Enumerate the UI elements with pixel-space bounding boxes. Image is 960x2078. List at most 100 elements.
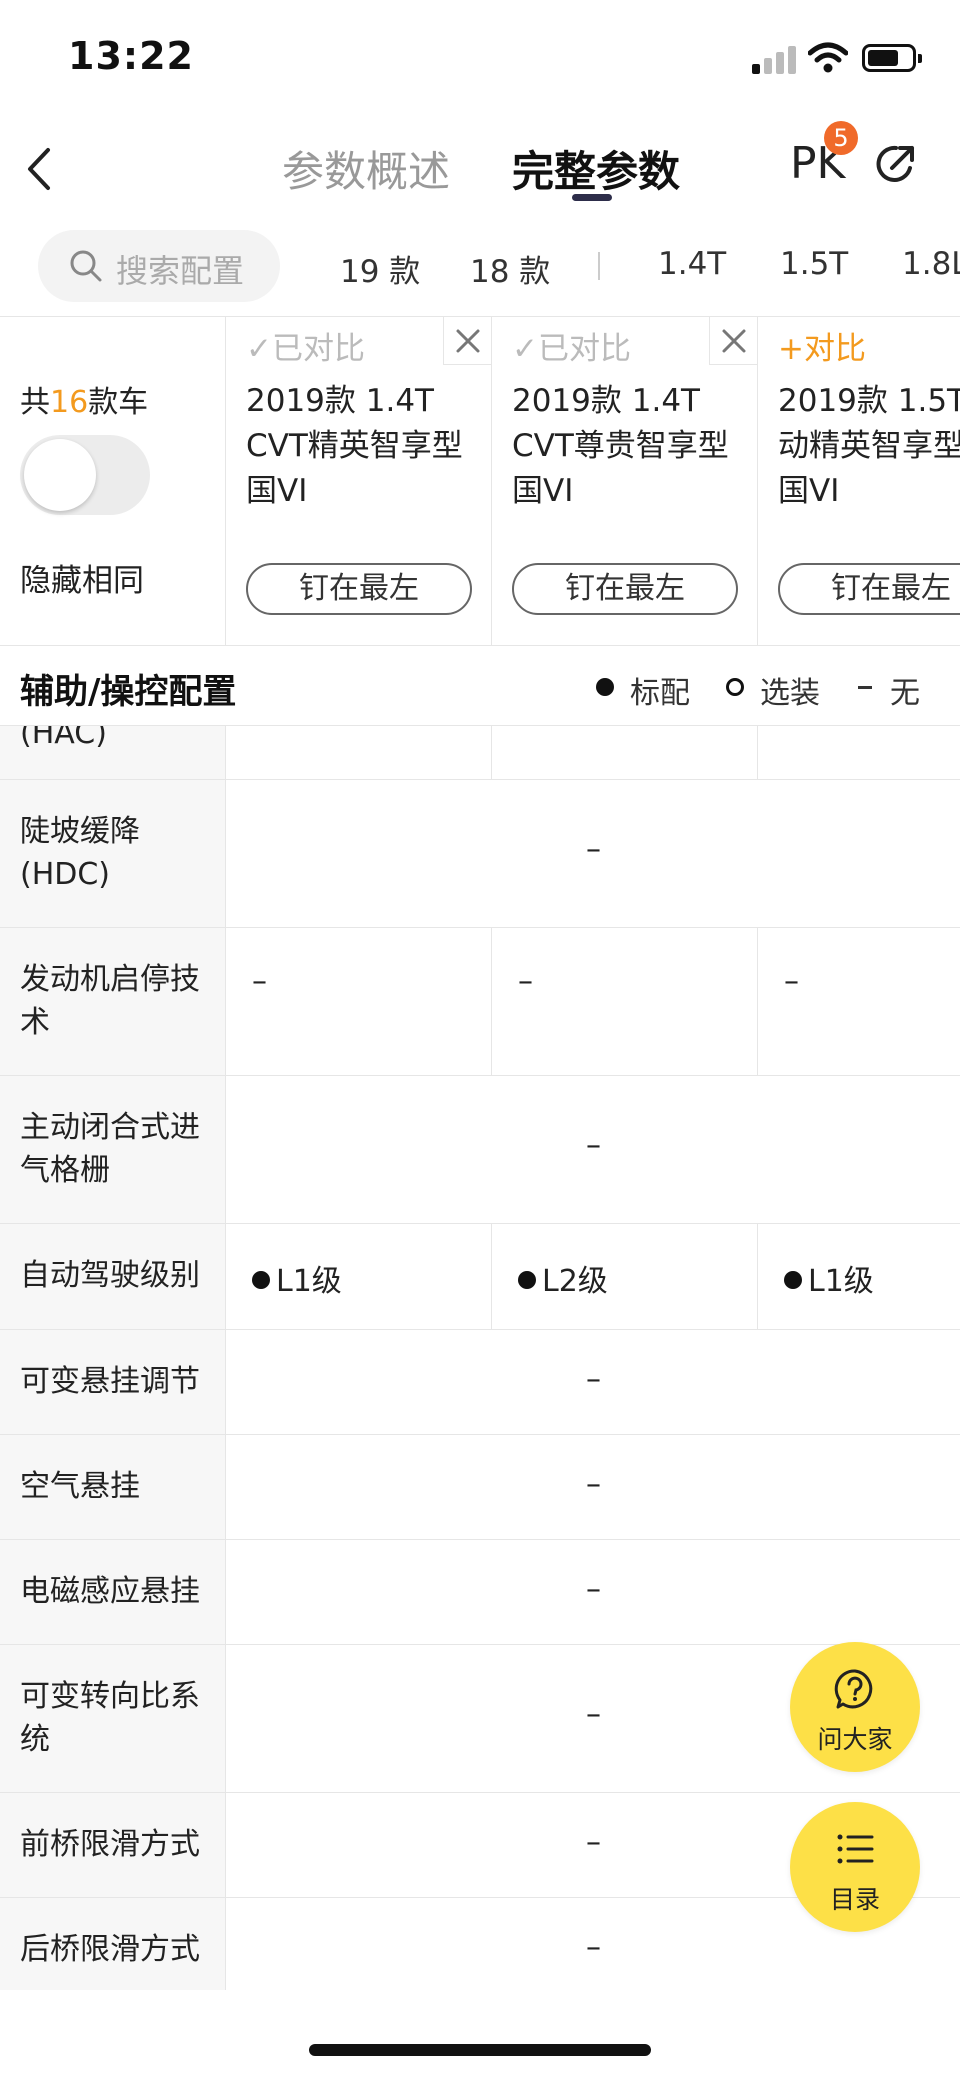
row-label: 后桥限滑方式 xyxy=(0,1898,226,1990)
count-suffix: 款车 xyxy=(88,385,149,420)
table-cell: L1级 xyxy=(758,1224,960,1329)
row-label: (HAC) xyxy=(0,726,226,779)
hide-same-label: 隐藏相同 xyxy=(20,563,144,599)
row-label-text: 前桥限滑方式 xyxy=(20,1827,200,1862)
remove-car-button[interactable] xyxy=(709,317,757,365)
standard-dot-icon xyxy=(518,1271,536,1289)
share-icon[interactable] xyxy=(874,142,918,186)
standard-dot-icon xyxy=(252,1271,270,1289)
car-name: 2019款 1.4T CVT精英智享型 国VI xyxy=(246,383,463,509)
table-cell: L1级 xyxy=(226,1224,492,1329)
tab-overview[interactable]: 参数概述 xyxy=(282,138,450,199)
table-row: 空气悬挂 – xyxy=(0,1435,960,1540)
pin-left-button[interactable]: 钉在最左 xyxy=(512,563,738,615)
row-label-text: 发动机启停技术 xyxy=(20,962,200,1040)
merged-value: – xyxy=(586,1930,601,1965)
compared-status[interactable]: ✓已对比 xyxy=(512,323,631,368)
filter-chip-18[interactable]: 18 款 xyxy=(470,246,550,291)
add-compare-button[interactable]: +对比 xyxy=(778,323,866,368)
chip-divider xyxy=(598,252,600,280)
table-row: 可变悬挂调节 – xyxy=(0,1330,960,1435)
table-cell: L2级 xyxy=(492,1224,758,1329)
table-row: 陡坡缓降(HDC) – xyxy=(0,780,960,928)
nav-bar: 参数概述 完整参数 PK 5 xyxy=(0,118,960,222)
header-left-column: 共16款车 隐藏相同 xyxy=(0,317,226,646)
car-column-3: +对比 2019款 1.5T 动精英智享型 国VI 钉在最左 xyxy=(758,317,960,646)
car-column-1: ✓已对比 2019款 1.4T CVT精英智享型 国VI 钉在最左 xyxy=(226,317,492,646)
table-cell xyxy=(226,726,492,779)
filter-chip-1-8l[interactable]: 1.8L xyxy=(902,246,960,282)
row-label: 可变转向比系统 xyxy=(0,1645,226,1792)
row-label: 空气悬挂 xyxy=(0,1435,226,1539)
search-input[interactable]: 搜索配置 xyxy=(38,230,280,302)
hide-same-toggle[interactable] xyxy=(20,435,150,515)
car-count: 共16款车 xyxy=(20,377,148,421)
merged-value: – xyxy=(586,1128,601,1163)
active-tab-indicator xyxy=(572,194,612,201)
filter-chip-1-4t[interactable]: 1.4T xyxy=(658,246,726,282)
legend-standard: 标配 xyxy=(630,676,690,711)
filter-chip-19[interactable]: 19 款 xyxy=(340,246,420,291)
filter-row: 搜索配置 19 款 18 款 1.4T 1.5T 1.8L xyxy=(0,222,960,316)
cell-value: – xyxy=(252,964,267,999)
row-label: 可变悬挂调节 xyxy=(0,1330,226,1434)
search-icon xyxy=(70,250,102,282)
remove-car-button[interactable] xyxy=(443,317,491,365)
compared-status[interactable]: ✓已对比 xyxy=(246,323,365,368)
battery-icon xyxy=(862,44,922,72)
standard-dot-icon xyxy=(784,1271,802,1289)
merged-value: – xyxy=(586,832,601,867)
table-row: 主动闭合式进气格栅 – xyxy=(0,1076,960,1224)
ask-everyone-button[interactable]: 问大家 xyxy=(790,1642,920,1772)
section-header: 辅助/操控配置 标配 选装 无 xyxy=(0,646,960,726)
wifi-icon xyxy=(808,42,848,73)
catalog-button[interactable]: 目录 xyxy=(790,1802,920,1932)
row-label: 主动闭合式进气格栅 xyxy=(0,1076,226,1223)
legend-optional: 选装 xyxy=(760,676,820,711)
section-title: 辅助/操控配置 xyxy=(20,672,237,712)
car-comparison-header: 共16款车 隐藏相同 ✓已对比 2019款 1.4T CVT精英智享型 国VI … xyxy=(0,316,960,646)
merged-value: – xyxy=(586,1697,601,1732)
cell-value-text: L1级 xyxy=(276,1264,342,1299)
pin-left-button[interactable]: 钉在最左 xyxy=(246,563,472,615)
cell-value: L2级 xyxy=(518,1256,608,1300)
search-placeholder: 搜索配置 xyxy=(116,252,245,290)
tab-full-params[interactable]: 完整参数 xyxy=(512,138,680,199)
row-label: 陡坡缓降(HDC) xyxy=(0,780,226,927)
back-arrow-icon[interactable] xyxy=(22,144,56,194)
table-cell xyxy=(758,726,960,779)
row-label-text: (HAC) xyxy=(20,726,107,751)
merged-value: – xyxy=(586,1572,601,1607)
home-indicator[interactable] xyxy=(309,2044,651,2056)
cell-value-text: L1级 xyxy=(808,1264,874,1299)
merged-value: – xyxy=(586,1825,601,1860)
filter-chip-1-5t[interactable]: 1.5T xyxy=(780,246,848,282)
status-bar: 13:22 xyxy=(0,0,960,118)
ask-everyone-label: 问大家 xyxy=(817,1725,893,1754)
row-label-text: 电磁感应悬挂 xyxy=(20,1574,200,1609)
pin-left-button[interactable]: 钉在最左 xyxy=(778,563,960,615)
car-name: 2019款 1.5T 动精英智享型 国VI xyxy=(778,383,960,509)
count-value: 16 xyxy=(50,385,89,420)
standard-dot-icon xyxy=(596,678,614,696)
optional-circle-icon xyxy=(726,678,744,696)
pk-count-badge: 5 xyxy=(824,121,858,155)
row-label-text: 自动驾驶级别 xyxy=(20,1258,200,1293)
table-cell xyxy=(492,726,758,779)
row-label: 前桥限滑方式 xyxy=(0,1793,226,1897)
catalog-label: 目录 xyxy=(829,1885,880,1914)
table-cell: – xyxy=(758,928,960,1075)
row-label-text: 后桥限滑方式 xyxy=(20,1932,200,1967)
merged-value: – xyxy=(586,1362,601,1397)
row-label: 自动驾驶级别 xyxy=(0,1224,226,1329)
row-label-text: 主动闭合式进气格栅 xyxy=(20,1110,200,1188)
cell-value: L1级 xyxy=(252,1256,342,1300)
cell-value: L1级 xyxy=(784,1256,874,1300)
row-label-text: 可变转向比系统 xyxy=(20,1679,200,1757)
car-name: 2019款 1.4T CVT尊贵智享型 国VI xyxy=(512,383,729,509)
car-column-2: ✓已对比 2019款 1.4T CVT尊贵智享型 国VI 钉在最左 xyxy=(492,317,758,646)
status-time: 13:22 xyxy=(68,34,194,78)
table-cell: – xyxy=(226,928,492,1075)
cell-value: – xyxy=(518,964,533,999)
question-bubble-icon xyxy=(834,1669,873,1709)
